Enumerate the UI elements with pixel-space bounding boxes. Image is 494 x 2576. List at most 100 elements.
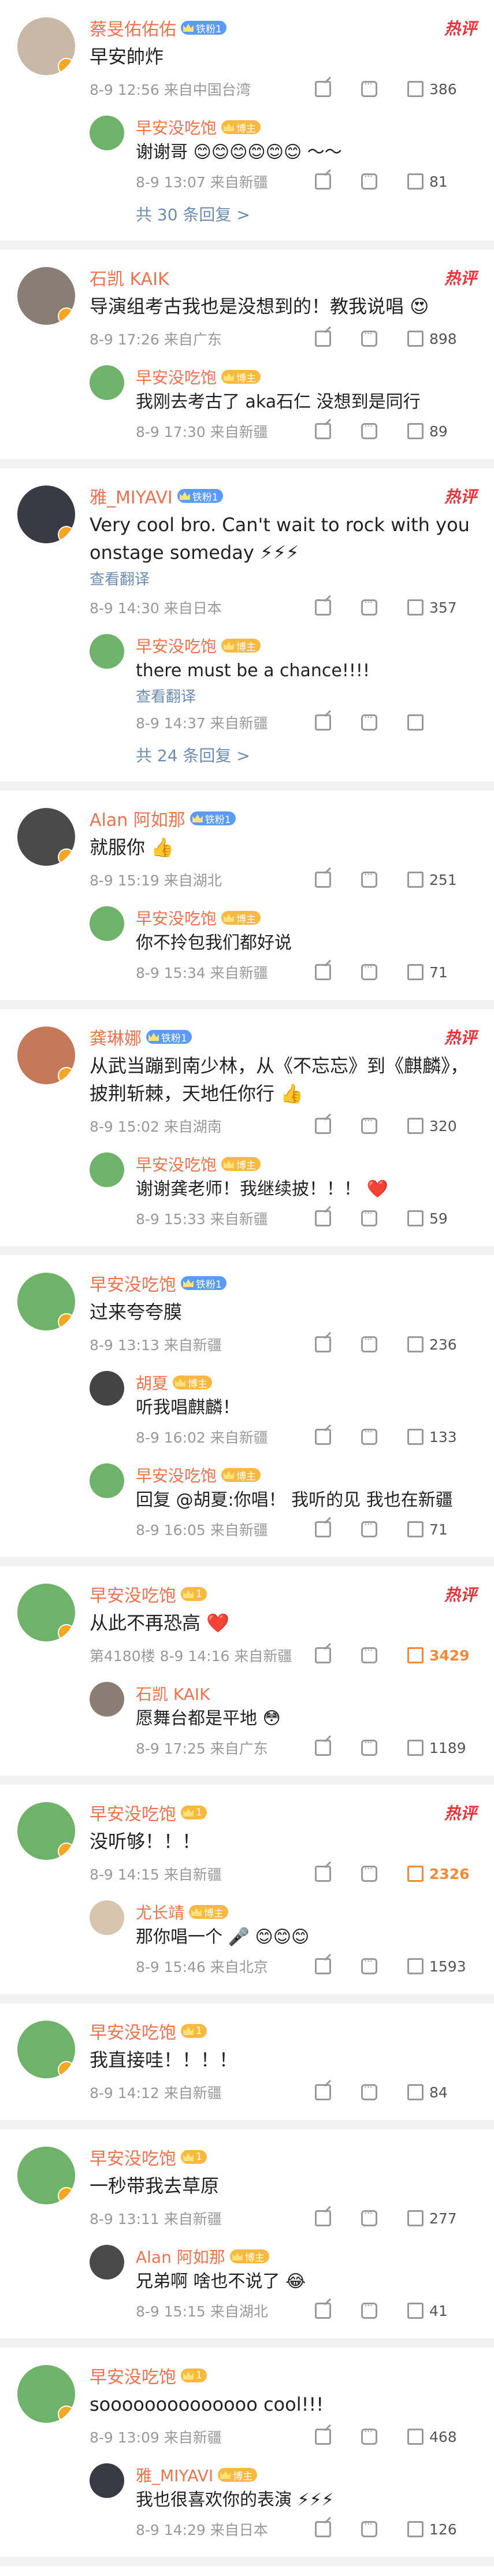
avatar[interactable]	[17, 1802, 75, 1860]
author-name[interactable]: 早安没吃饱	[90, 1270, 176, 1296]
avatar[interactable]	[90, 1152, 124, 1187]
share-button[interactable]	[315, 331, 361, 347]
author-name[interactable]: 早安没吃饱	[136, 634, 217, 657]
avatar[interactable]	[90, 634, 124, 669]
like-button[interactable]: 3429	[407, 1647, 477, 1664]
share-button[interactable]	[315, 1740, 361, 1756]
reply-button[interactable]	[361, 1955, 407, 1974]
like-button[interactable]: 126	[407, 2521, 477, 2538]
share-button[interactable]	[315, 714, 361, 731]
share-button[interactable]	[315, 1336, 361, 1352]
avatar[interactable]	[90, 1371, 124, 1406]
share-button[interactable]	[315, 1118, 361, 1134]
reply-button[interactable]	[361, 2081, 407, 2100]
like-button[interactable]: 71	[407, 1521, 477, 1538]
avatar[interactable]	[17, 2365, 75, 2423]
reply-button[interactable]	[361, 1426, 407, 1445]
avatar[interactable]	[90, 365, 124, 400]
reply-button[interactable]	[361, 1737, 407, 1756]
avatar[interactable]	[90, 2463, 124, 2498]
avatar[interactable]	[17, 1584, 75, 1641]
share-button[interactable]	[315, 2084, 361, 2100]
more-replies-link[interactable]: 共 24 条回复 >	[136, 743, 494, 766]
author-name[interactable]: Alan 阿如那	[90, 806, 185, 831]
avatar[interactable]	[90, 906, 124, 941]
author-name[interactable]: 龚琳娜	[90, 1024, 142, 1050]
share-button[interactable]	[315, 2210, 361, 2226]
share-button[interactable]	[315, 2303, 361, 2319]
like-button[interactable]: 41	[407, 2303, 477, 2319]
share-button[interactable]	[315, 1429, 361, 1445]
like-button[interactable]: 1189	[407, 1740, 477, 1756]
like-button[interactable]: 133	[407, 1429, 477, 1445]
share-button[interactable]	[315, 964, 361, 980]
author-name[interactable]: 早安没吃饱	[136, 365, 217, 388]
reply-button[interactable]	[361, 171, 407, 190]
reply-button[interactable]	[361, 2207, 407, 2226]
reply-button[interactable]	[361, 1115, 407, 1134]
like-button[interactable]: 277	[407, 2210, 477, 2227]
reply-button[interactable]	[361, 328, 407, 347]
like-button[interactable]: 2326	[407, 1866, 477, 1882]
author-name[interactable]: 尤长靖	[136, 1900, 184, 1923]
avatar[interactable]	[17, 485, 75, 543]
author-name[interactable]: 早安没吃饱	[136, 1463, 217, 1487]
author-name[interactable]: 早安没吃饱	[90, 2144, 176, 2170]
like-button[interactable]: 236	[407, 1336, 477, 1353]
share-button[interactable]	[315, 1647, 361, 1663]
share-button[interactable]	[315, 173, 361, 190]
author-name[interactable]: 早安没吃饱	[90, 2018, 176, 2044]
reply-button[interactable]	[361, 711, 407, 731]
avatar[interactable]	[90, 1463, 124, 1498]
author-name[interactable]: 早安没吃饱	[90, 1581, 176, 1607]
share-button[interactable]	[315, 423, 361, 439]
like-button[interactable]: 898	[407, 331, 477, 347]
avatar[interactable]	[90, 1900, 124, 1935]
author-name[interactable]: 石凯 KAIK	[136, 1682, 210, 1705]
more-replies-link[interactable]: 共 30 条回复 >	[136, 202, 494, 225]
author-name[interactable]: 雅_MIYAVI	[136, 2463, 213, 2486]
avatar[interactable]	[17, 1026, 75, 1084]
share-button[interactable]	[315, 872, 361, 888]
reply-button[interactable]	[361, 2300, 407, 2319]
translate-link[interactable]: 查看翻译	[90, 568, 477, 589]
reply-button[interactable]	[361, 1207, 407, 1226]
like-button[interactable]: 386	[407, 81, 477, 98]
like-button[interactable]: 59	[407, 1210, 477, 1227]
reply-button[interactable]	[361, 1644, 407, 1663]
author-name[interactable]: 胡夏	[136, 1371, 168, 1394]
avatar[interactable]	[17, 1273, 75, 1330]
author-name[interactable]: Alan 阿如那	[136, 2245, 225, 2268]
reply-button[interactable]	[361, 2426, 407, 2445]
avatar[interactable]	[17, 17, 75, 75]
author-name[interactable]: 早安没吃饱	[90, 2363, 176, 2388]
avatar[interactable]	[17, 2147, 75, 2204]
author-name[interactable]: 早安没吃饱	[136, 1152, 217, 1176]
reply-button[interactable]	[361, 961, 407, 980]
like-button[interactable]: 1593	[407, 1958, 477, 1975]
translate-link[interactable]: 查看翻译	[136, 685, 477, 706]
like-button[interactable]: 251	[407, 872, 477, 888]
avatar[interactable]	[90, 2245, 124, 2280]
share-button[interactable]	[315, 599, 361, 616]
author-name[interactable]: 早安没吃饱	[136, 116, 217, 139]
reply-button[interactable]	[361, 78, 407, 97]
like-button[interactable]: 81	[407, 173, 477, 190]
reply-button[interactable]	[361, 420, 407, 439]
author-name[interactable]: 早安没吃饱	[136, 906, 217, 929]
author-name[interactable]: 雅_MIYAVI	[90, 483, 173, 509]
share-button[interactable]	[315, 81, 361, 97]
share-button[interactable]	[315, 1210, 361, 1226]
reply-button[interactable]	[361, 1863, 407, 1882]
like-button[interactable]: 71	[407, 964, 477, 981]
like-button[interactable]: 320	[407, 1118, 477, 1135]
like-button[interactable]: 357	[407, 599, 477, 616]
share-button[interactable]	[315, 2521, 361, 2537]
reply-button[interactable]	[361, 596, 407, 616]
avatar[interactable]	[17, 2021, 75, 2078]
avatar[interactable]	[17, 808, 75, 866]
share-button[interactable]	[315, 1866, 361, 1882]
like-button[interactable]: 468	[407, 2429, 477, 2445]
share-button[interactable]	[315, 2429, 361, 2445]
like-button[interactable]: 84	[407, 2084, 477, 2101]
